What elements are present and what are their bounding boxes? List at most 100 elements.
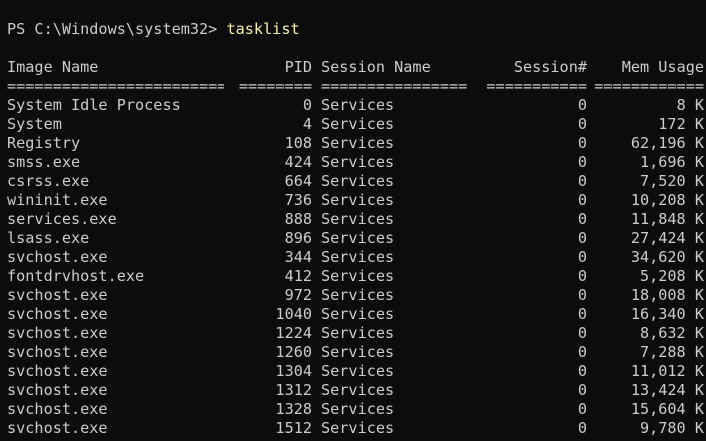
table-row: smss.exe 424 Services 0 1,696 K	[7, 153, 706, 172]
cell-pid: 736	[284, 191, 312, 209]
separator-session-name: ================	[321, 77, 468, 95]
cell-pid: 1512	[275, 419, 312, 437]
cell-session-num: 0	[577, 343, 587, 361]
cell-session-num: 0	[577, 400, 587, 418]
cell-pid: 1040	[275, 305, 312, 323]
cell-session-num: 0	[577, 248, 587, 266]
process-list: System Idle Process 0 Services 0 8 K System 4 S…	[7, 96, 706, 438]
table-row: csrss.exe 664 Services 0 7,520 K	[7, 172, 706, 191]
table-row: svchost.exe 1260 Services 0 7,288 K	[7, 343, 706, 362]
cell-session-name: Services	[321, 400, 395, 418]
cell-pid: 0	[302, 96, 312, 114]
header-mem-usage: Mem Usage	[621, 58, 704, 76]
header-session-num: Session#	[513, 58, 587, 76]
header-pid: PID	[284, 58, 312, 76]
cell-pid: 108	[284, 134, 312, 152]
cell-session-num: 0	[577, 324, 587, 342]
cell-image-name: lsass.exe	[7, 229, 90, 247]
cell-pid: 412	[284, 267, 312, 285]
table-row: System Idle Process 0 Services 0 8 K	[7, 96, 706, 115]
cell-session-name: Services	[321, 229, 395, 247]
table-row: Registry 108 Services 0 62,196 K	[7, 134, 706, 153]
cell-session-num: 0	[577, 286, 587, 304]
cell-session-num: 0	[577, 210, 587, 228]
cell-pid: 424	[284, 153, 312, 171]
cell-session-name: Services	[321, 172, 395, 190]
cell-image-name: System Idle Process	[7, 96, 181, 114]
cell-mem-usage: 15,604 K	[630, 400, 704, 418]
cell-mem-usage: 18,008 K	[630, 286, 704, 304]
cell-pid: 344	[284, 248, 312, 266]
cell-pid: 888	[284, 210, 312, 228]
cell-mem-usage: 11,848 K	[630, 210, 704, 228]
cell-image-name: wininit.exe	[7, 191, 108, 209]
cell-image-name: svchost.exe	[7, 324, 108, 342]
cell-session-num: 0	[577, 191, 587, 209]
table-row: System 4 Services 0 172 K	[7, 115, 706, 134]
cell-image-name: csrss.exe	[7, 172, 90, 190]
table-row: svchost.exe 1328 Services 0 15,604 K	[7, 400, 706, 419]
command-text: tasklist	[226, 20, 300, 38]
cell-mem-usage: 8 K	[676, 96, 704, 114]
table-separator: ========================= ======== =====…	[7, 77, 706, 96]
cell-session-name: Services	[321, 343, 395, 361]
cell-session-name: Services	[321, 210, 395, 228]
prompt-line: PS C:\Windows\system32> tasklist	[7, 20, 706, 39]
cell-mem-usage: 8,632 K	[639, 324, 704, 342]
cell-mem-usage: 7,520 K	[639, 172, 704, 190]
cell-image-name: services.exe	[7, 210, 117, 228]
cell-image-name: svchost.exe	[7, 343, 108, 361]
cell-session-num: 0	[577, 153, 587, 171]
cell-image-name: smss.exe	[7, 153, 81, 171]
terminal-window[interactable]: PS C:\Windows\system32> tasklist Image N…	[0, 0, 706, 441]
prompt: PS C:\Windows\system32>	[7, 20, 227, 38]
cell-mem-usage: 172 K	[658, 115, 704, 133]
cell-session-name: Services	[321, 96, 395, 114]
table-row: lsass.exe 896 Services 0 27,424 K	[7, 229, 706, 248]
table-row: svchost.exe 344 Services 0 34,620 K	[7, 248, 706, 267]
separator-session-num: ===========	[486, 77, 587, 95]
cell-session-num: 0	[577, 419, 587, 437]
cell-mem-usage: 13,424 K	[630, 381, 704, 399]
cell-pid: 1260	[275, 343, 312, 361]
table-row: svchost.exe 1512 Services 0 9,780 K	[7, 419, 706, 438]
cell-session-name: Services	[321, 286, 395, 304]
cell-session-name: Services	[321, 191, 395, 209]
table-row: fontdrvhost.exe 412 Services 0 5,208 K	[7, 267, 706, 286]
cell-image-name: svchost.exe	[7, 362, 108, 380]
cell-session-name: Services	[321, 267, 395, 285]
cell-image-name: svchost.exe	[7, 400, 108, 418]
cell-pid: 1224	[275, 324, 312, 342]
cell-mem-usage: 10,208 K	[630, 191, 704, 209]
cell-mem-usage: 34,620 K	[630, 248, 704, 266]
cell-session-num: 0	[577, 134, 587, 152]
cell-mem-usage: 11,012 K	[630, 362, 704, 380]
cell-session-name: Services	[321, 134, 395, 152]
cell-session-num: 0	[577, 362, 587, 380]
table-row: svchost.exe 1040 Services 0 16,340 K	[7, 305, 706, 324]
separator-image-name: =========================	[7, 77, 224, 95]
separator-mem-usage: ============	[594, 77, 704, 95]
cell-image-name: svchost.exe	[7, 286, 108, 304]
cell-image-name: svchost.exe	[7, 419, 108, 437]
header-session-name: Session Name	[321, 58, 431, 76]
cell-session-name: Services	[321, 248, 395, 266]
cell-session-num: 0	[577, 229, 587, 247]
cell-mem-usage: 62,196 K	[630, 134, 704, 152]
cell-pid: 664	[284, 172, 312, 190]
table-row: svchost.exe 1224 Services 0 8,632 K	[7, 324, 706, 343]
cell-pid: 896	[284, 229, 312, 247]
cell-session-num: 0	[577, 115, 587, 133]
cell-image-name: Registry	[7, 134, 81, 152]
table-row: wininit.exe 736 Services 0 10,208 K	[7, 191, 706, 210]
cell-session-name: Services	[321, 419, 395, 437]
cell-mem-usage: 27,424 K	[630, 229, 704, 247]
table-row: svchost.exe 1312 Services 0 13,424 K	[7, 381, 706, 400]
cell-session-num: 0	[577, 267, 587, 285]
cell-session-name: Services	[321, 305, 395, 323]
cell-pid: 972	[284, 286, 312, 304]
cell-image-name: svchost.exe	[7, 305, 108, 323]
header-image-name: Image Name	[7, 58, 99, 76]
cell-session-name: Services	[321, 381, 395, 399]
